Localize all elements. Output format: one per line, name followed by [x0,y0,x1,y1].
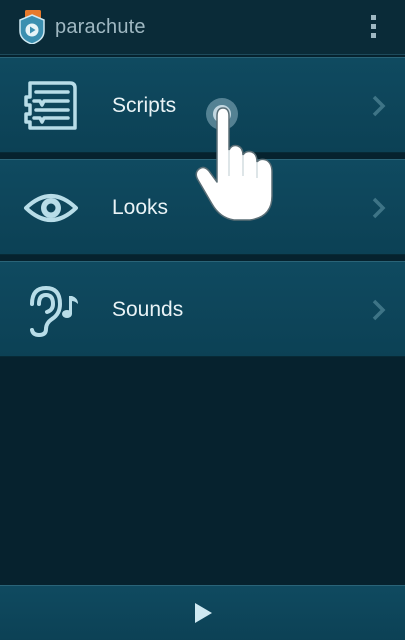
overflow-dot-icon [371,15,376,20]
chevron-right-icon [372,197,386,219]
overflow-dot-icon [371,33,376,38]
ear-music-icon [30,285,78,338]
bottom-bar [0,585,405,640]
action-bar: parachute [0,0,405,55]
script-list-icon [24,81,77,130]
app-screen: parachute Scripts Looks Sounds [0,0,405,640]
chevron-right-icon [372,299,386,321]
menu-item-label: Looks [112,196,169,219]
tap-gesture-hand-icon [195,98,273,221]
menu-item-label: Scripts [112,94,177,117]
menu-item-label: Sounds [112,298,184,321]
eye-icon [24,194,78,222]
overflow-menu-button[interactable] [362,12,386,42]
menu-item-sounds[interactable]: Sounds [0,261,405,357]
app-title: parachute [55,16,146,38]
overflow-dot-icon [371,24,376,29]
play-icon[interactable] [188,598,218,628]
parachute-app-icon [19,10,45,44]
chevron-right-icon [372,95,386,117]
